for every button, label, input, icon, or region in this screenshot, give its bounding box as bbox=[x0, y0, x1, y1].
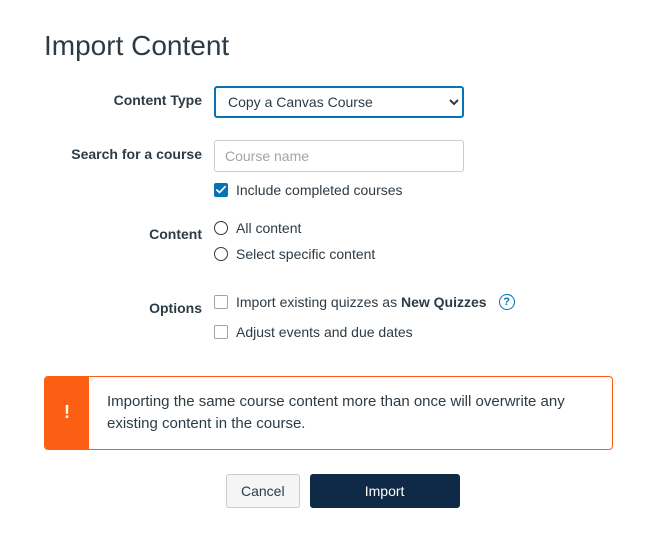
page-title: Import Content bbox=[44, 30, 613, 62]
row-search: Search for a course Include completed co… bbox=[44, 140, 613, 198]
radio-icon[interactable] bbox=[214, 247, 228, 261]
label-content-type: Content Type bbox=[44, 86, 214, 108]
row-content-type: Content Type Copy a Canvas Course bbox=[44, 86, 613, 118]
row-content: Content All content Select specific cont… bbox=[44, 220, 613, 272]
include-completed-row[interactable]: Include completed courses bbox=[214, 182, 613, 198]
option-adjust-dates[interactable]: Adjust events and due dates bbox=[214, 324, 613, 340]
option-new-quizzes[interactable]: Import existing quizzes as New Quizzes ? bbox=[214, 294, 613, 310]
label-search: Search for a course bbox=[44, 140, 214, 162]
warning-icon: ! bbox=[45, 377, 89, 449]
adjust-dates-label: Adjust events and due dates bbox=[236, 324, 413, 340]
radio-all-content[interactable]: All content bbox=[214, 220, 613, 236]
label-content: Content bbox=[44, 220, 214, 242]
content-type-select[interactable]: Copy a Canvas Course bbox=[214, 86, 464, 118]
search-input[interactable] bbox=[214, 140, 464, 172]
check-icon bbox=[216, 185, 226, 195]
new-quizzes-checkbox[interactable] bbox=[214, 295, 228, 309]
warning-text: Importing the same course content more t… bbox=[89, 377, 612, 449]
import-button[interactable]: Import bbox=[310, 474, 460, 508]
radio-all-content-label: All content bbox=[236, 220, 301, 236]
warning-alert: ! Importing the same course content more… bbox=[44, 376, 613, 450]
radio-select-specific[interactable]: Select specific content bbox=[214, 246, 613, 262]
adjust-dates-checkbox[interactable] bbox=[214, 325, 228, 339]
radio-icon[interactable] bbox=[214, 221, 228, 235]
help-icon[interactable]: ? bbox=[499, 294, 515, 310]
label-options: Options bbox=[44, 294, 214, 316]
new-quizzes-label: Import existing quizzes as New Quizzes bbox=[236, 294, 487, 310]
radio-select-specific-label: Select specific content bbox=[236, 246, 375, 262]
cancel-button[interactable]: Cancel bbox=[226, 474, 300, 508]
include-completed-checkbox[interactable] bbox=[214, 183, 228, 197]
row-options: Options Import existing quizzes as New Q… bbox=[44, 294, 613, 354]
action-buttons: Cancel Import bbox=[226, 474, 613, 508]
include-completed-label: Include completed courses bbox=[236, 182, 403, 198]
